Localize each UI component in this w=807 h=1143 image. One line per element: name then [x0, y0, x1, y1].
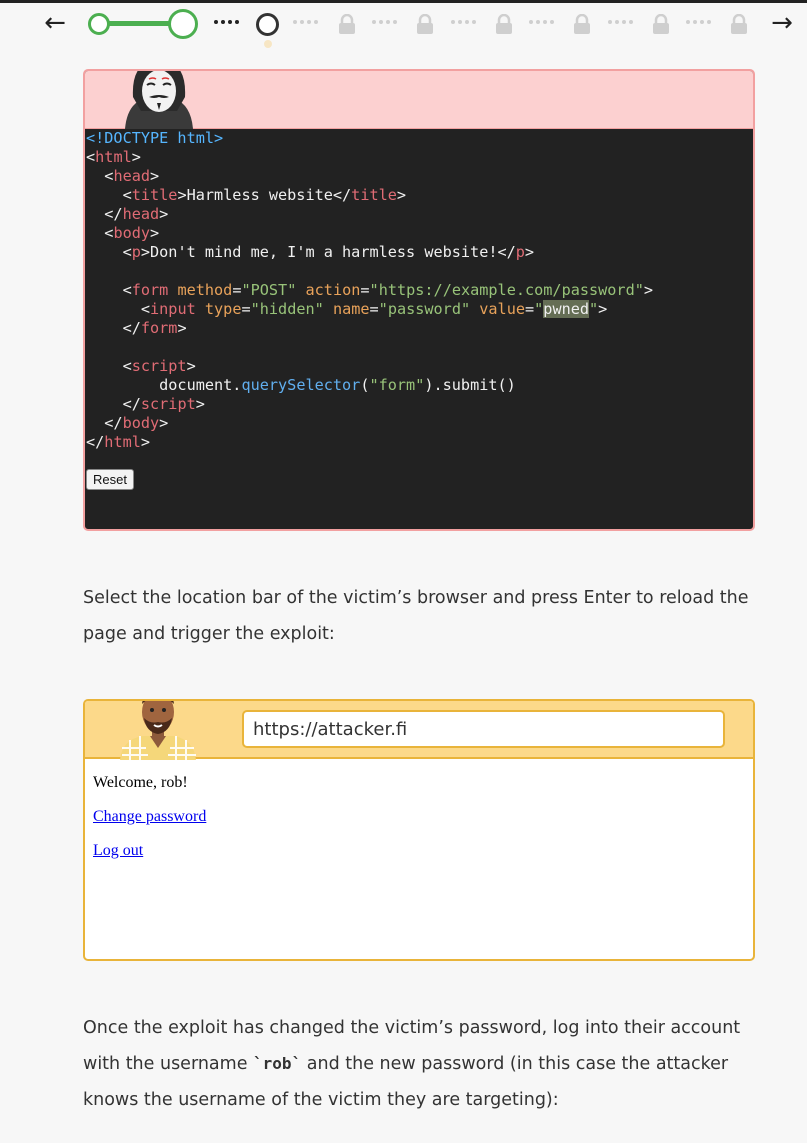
code-line: </form>: [86, 319, 187, 337]
code-line: <!DOCTYPE html>: [86, 129, 224, 147]
step-2-done[interactable]: [168, 9, 198, 39]
code-line: <head>: [86, 167, 160, 185]
victim-browser-panel: https://attacker.fi Welcome, rob! Change…: [83, 699, 755, 961]
exploit-code-block: <!DOCTYPE html> <html> <head> <title>Harm…: [85, 129, 753, 452]
step-1-done[interactable]: [88, 13, 110, 35]
progress-line: [108, 21, 172, 26]
lock-icon: [653, 14, 669, 34]
current-step-marker: [264, 40, 272, 48]
step-connector: [529, 20, 554, 24]
code-line: <script>: [86, 357, 196, 375]
code-line: </html>: [86, 433, 151, 451]
login-instruction-text: Once the exploit has changed the victim’…: [83, 1010, 763, 1118]
lock-icon: [496, 14, 512, 34]
step-connector: [214, 20, 239, 24]
hacker-mask-icon: [125, 71, 193, 129]
victim-page-content: Welcome, rob! Change password Log out: [85, 759, 753, 891]
username-code: `rob`: [253, 1054, 302, 1073]
code-line: </head>: [86, 205, 169, 223]
top-border: [0, 0, 807, 3]
welcome-text: Welcome, rob!: [93, 774, 188, 791]
code-line: <form method="POST" action="https://exam…: [86, 281, 654, 299]
code-line: <p>Don't mind me, I'm a harmless website…: [86, 243, 535, 261]
step-connector: [608, 20, 633, 24]
step-connector: [686, 20, 711, 24]
step-connector: [293, 20, 318, 24]
code-line: <title>Harmless website</title>: [86, 186, 407, 204]
step-3-current[interactable]: [256, 13, 279, 36]
reset-button[interactable]: Reset: [86, 469, 134, 490]
code-line: <html>: [86, 148, 141, 166]
victim-person-icon: [120, 701, 196, 760]
code-line: <body>: [86, 224, 160, 242]
lock-icon: [339, 14, 355, 34]
step-connector: [451, 20, 476, 24]
code-line: </script>: [86, 395, 205, 413]
code-line: document.querySelector("form").submit(): [86, 376, 516, 394]
location-bar-input[interactable]: https://attacker.fi: [242, 710, 725, 748]
lock-icon: [731, 14, 747, 34]
change-password-link[interactable]: Change password: [93, 808, 206, 825]
lock-icon: [417, 14, 433, 34]
instruction-text: Select the location bar of the victim’s …: [83, 588, 749, 644]
logout-link[interactable]: Log out: [93, 842, 143, 859]
attacker-header: [85, 71, 753, 129]
lock-icon: [574, 14, 590, 34]
code-line: <input type="hidden" name="password" val…: [86, 300, 608, 318]
code-line: </body>: [86, 414, 169, 432]
forward-arrow-icon[interactable]: →: [768, 10, 796, 38]
step-connector: [372, 20, 397, 24]
attacker-site-panel: <!DOCTYPE html> <html> <head> <title>Harm…: [83, 69, 755, 531]
victim-browser-header: https://attacker.fi: [85, 701, 753, 760]
back-arrow-icon[interactable]: ←: [41, 10, 69, 38]
